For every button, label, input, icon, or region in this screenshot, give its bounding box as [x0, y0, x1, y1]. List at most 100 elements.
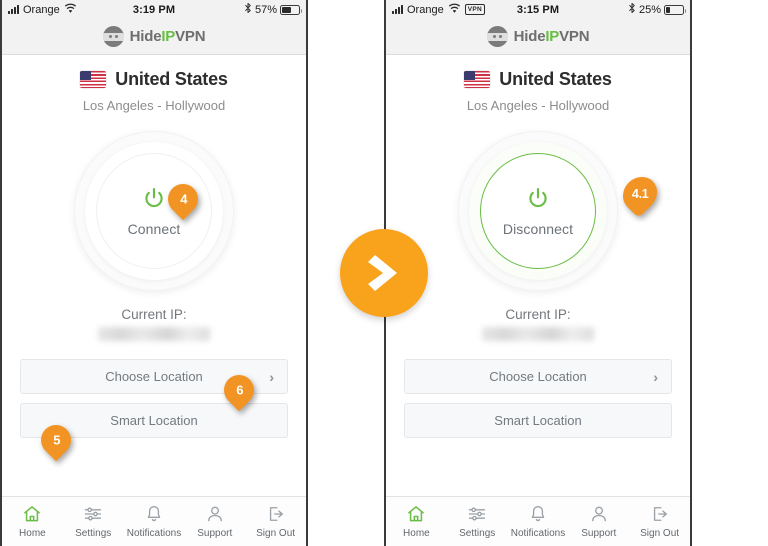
tab-signout-label: Sign Out [256, 528, 296, 539]
sign-out-icon [650, 504, 670, 524]
app-logo-text: HideIPVPN [129, 28, 206, 45]
step-marker-6: 6 [217, 368, 261, 415]
step-marker-5-number: 5 [52, 432, 60, 448]
smart-location-button[interactable]: Smart Location [404, 403, 672, 438]
battery-icon [280, 4, 302, 15]
step-marker-4-1-number: 4.1 [631, 187, 649, 202]
status-bar-clock: 3:15 PM [516, 3, 560, 16]
status-bar-left: Orange VPN [392, 3, 517, 17]
step-marker-4: 4 [161, 177, 205, 224]
tab-signout[interactable]: Sign Out [629, 504, 690, 539]
tab-signout[interactable]: Sign Out [245, 504, 306, 539]
app-header: HideIPVPN [2, 19, 306, 55]
next-step-arrow [340, 229, 428, 317]
step-marker-6-number: 6 [235, 382, 243, 398]
tab-support-label: Support [581, 528, 617, 539]
carrier-name: Orange [23, 3, 60, 16]
chevron-right-icon [340, 229, 428, 317]
step-marker-4-1: 4.1 [615, 169, 665, 219]
bottom-tab-bar: Home Settings Notifications Support Sign… [386, 496, 690, 546]
main-content: United States Los Angeles - Hollywood Di… [386, 55, 690, 496]
app-header: HideIPVPN [386, 19, 690, 55]
choose-location-button[interactable]: Choose Location › [404, 359, 672, 394]
sliders-icon [83, 504, 103, 524]
connect-toggle-button[interactable]: Disconnect [480, 153, 596, 269]
chevron-right-icon: › [269, 368, 274, 385]
carrier-name: Orange [407, 3, 444, 16]
selected-country: United States [80, 69, 228, 90]
tab-notifications-label: Notifications [510, 528, 566, 539]
tab-home-label: Home [403, 528, 430, 539]
tab-support-label: Support [197, 528, 233, 539]
step-marker-5: 5 [34, 418, 78, 465]
choose-location-button-label: Choose Location [489, 369, 587, 384]
screenshot-stage: Orange 3:19 PM 57% HideIPVPN United Stat… [0, 0, 768, 546]
connect-toggle-label: Disconnect [502, 220, 574, 237]
bell-icon [144, 504, 164, 524]
status-bar-left: Orange [8, 3, 133, 17]
tab-home[interactable]: Home [386, 504, 447, 539]
choose-location-button-label: Choose Location [105, 369, 203, 384]
selected-country: United States [464, 69, 612, 90]
battery-percent: 57% [254, 3, 277, 16]
country-name: United States [499, 69, 612, 89]
app-logo-text: HideIPVPN [513, 28, 590, 45]
current-ip-label: Current IP: [121, 307, 187, 322]
tab-settings-label: Settings [459, 528, 496, 539]
status-bar: Orange VPN 3:15 PM 25% [386, 0, 690, 19]
power-icon [525, 186, 551, 217]
current-ip-label: Current IP: [505, 307, 571, 322]
current-ip-block: Current IP: [482, 307, 594, 341]
status-bar-clock: 3:19 PM [132, 3, 176, 16]
tab-settings[interactable]: Settings [63, 504, 124, 539]
tab-notifications[interactable]: Notifications [124, 504, 185, 539]
battery-icon [664, 4, 686, 15]
power-dial[interactable]: Disconnect [458, 131, 618, 291]
tab-notifications-label: Notifications [126, 528, 182, 539]
server-city: Los Angeles - Hollywood [466, 98, 610, 113]
smart-location-button-label: Smart Location [494, 413, 582, 428]
status-bar-right: 25% [559, 2, 686, 17]
vpn-badge: VPN [464, 4, 485, 15]
battery-percent: 25% [638, 3, 661, 16]
tab-home-label: Home [19, 528, 46, 539]
hideipvpn-ninja-logo-icon [486, 26, 508, 47]
country-name: United States [115, 69, 228, 89]
wifi-icon [448, 3, 461, 17]
tab-settings[interactable]: Settings [447, 504, 508, 539]
user-icon [205, 504, 225, 524]
flag-united-states-icon [464, 71, 491, 88]
home-icon [22, 504, 42, 524]
bottom-tab-bar: Home Settings Notifications Support Sign… [2, 496, 306, 546]
power-dial[interactable]: Connect [74, 131, 234, 291]
home-icon [406, 504, 426, 524]
bell-icon [528, 504, 548, 524]
flag-united-states-icon [80, 71, 107, 88]
wifi-icon [64, 3, 77, 17]
tab-notifications[interactable]: Notifications [508, 504, 569, 539]
status-bar: Orange 3:19 PM 57% [2, 0, 306, 19]
bluetooth-icon [628, 2, 636, 17]
sign-out-icon [266, 504, 286, 524]
location-actions: Choose Location › Smart Location [386, 359, 690, 447]
signal-bars-icon [392, 5, 403, 14]
server-city: Los Angeles - Hollywood [82, 98, 226, 113]
smart-location-button-label: Smart Location [110, 413, 198, 428]
current-ip-value [98, 327, 210, 341]
status-bar-right: 57% [175, 2, 302, 17]
phone-connected: Orange VPN 3:15 PM 25% HideIPVPN United … [384, 0, 692, 546]
current-ip-block: Current IP: [98, 307, 210, 341]
step-marker-4-number: 4 [179, 191, 187, 207]
tab-settings-label: Settings [75, 528, 112, 539]
current-ip-value [482, 327, 594, 341]
tab-support[interactable]: Support [568, 504, 629, 539]
chevron-right-icon: › [653, 368, 658, 385]
power-icon [141, 186, 167, 217]
sliders-icon [467, 504, 487, 524]
tab-home[interactable]: Home [2, 504, 63, 539]
bluetooth-icon [244, 2, 252, 17]
tab-support[interactable]: Support [184, 504, 245, 539]
signal-bars-icon [8, 5, 19, 14]
user-icon [589, 504, 609, 524]
tab-signout-label: Sign Out [640, 528, 680, 539]
